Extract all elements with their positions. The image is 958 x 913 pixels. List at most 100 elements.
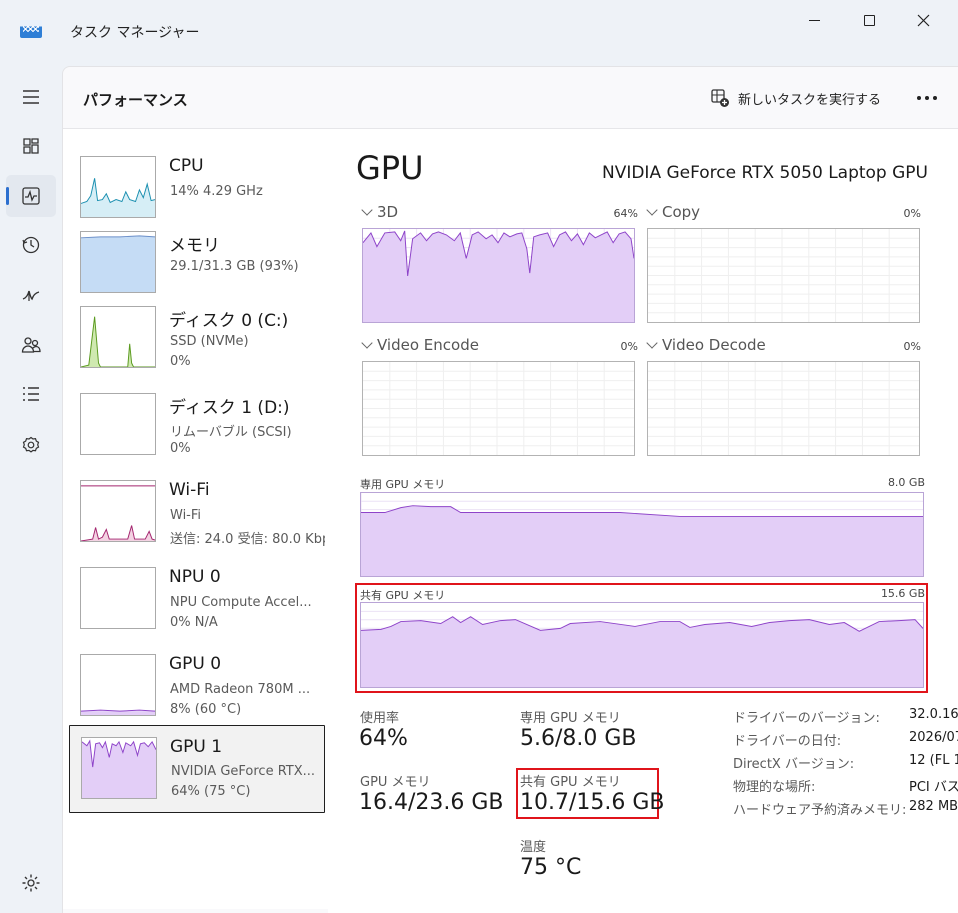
run-new-task-label: 新しいタスクを実行する bbox=[738, 92, 882, 108]
settings-icon bbox=[22, 874, 40, 892]
shared-memory-max: 15.6 GB bbox=[880, 587, 925, 600]
device-item-cpu[interactable]: CPU 14% 4.29 GHz bbox=[69, 149, 325, 233]
nav-app-history[interactable] bbox=[6, 224, 56, 266]
minimize-icon bbox=[808, 19, 820, 21]
device-name: ディスク 1 (D:) bbox=[169, 398, 290, 418]
services-icon bbox=[22, 436, 40, 453]
title-bar: タスク マネージャー bbox=[0, 0, 958, 62]
run-new-task-button[interactable]: 新しいタスクを実行する bbox=[710, 85, 881, 111]
gpu-detail-pane: GPU NVIDIA GeForce RTX 5050 Laptop GPU 3… bbox=[328, 129, 958, 913]
driver-date-label: ドライバーの日付: bbox=[733, 734, 842, 749]
app-history-icon bbox=[22, 236, 40, 254]
device-detail: 29.1/31.3 GB (93%) bbox=[170, 259, 299, 274]
main-panel: パフォーマンス 新しいタスクを実行する CPU 14% 4.29 GHz メモリ… bbox=[62, 66, 958, 913]
temperature-value: 75 °C bbox=[520, 855, 582, 880]
task-manager-app-icon bbox=[20, 20, 42, 38]
engine-video-encode-graph bbox=[362, 361, 635, 456]
shared-memory-graph bbox=[360, 602, 924, 688]
directx-version-label: DirectX バージョン: bbox=[733, 757, 855, 772]
reserved-memory-value: 282 MB bbox=[909, 799, 958, 814]
wifi-mini-graph bbox=[81, 485, 155, 541]
chevron-down-icon bbox=[646, 337, 658, 349]
nav-users[interactable] bbox=[6, 324, 56, 366]
menu-button[interactable] bbox=[6, 76, 56, 118]
engine-copy-percent: 0% bbox=[903, 207, 921, 220]
wifi-thumbnail bbox=[80, 480, 156, 542]
engine-selector-3d[interactable]: 3D bbox=[361, 203, 398, 221]
device-item-gpu-1[interactable]: GPU 1 NVIDIA GeForce RTX... 64% (75 °C) bbox=[69, 725, 325, 813]
nav-services[interactable] bbox=[6, 424, 56, 466]
nav-processes[interactable] bbox=[6, 125, 56, 167]
menu-icon bbox=[23, 90, 39, 104]
maximize-button[interactable] bbox=[846, 6, 892, 34]
device-detail: AMD Radeon 780M ... bbox=[170, 682, 311, 697]
device-item-npu-0[interactable]: NPU 0 NPU Compute Accel... 0% N/A bbox=[69, 560, 325, 644]
gpu-0-mini-graph bbox=[81, 709, 155, 715]
chevron-down-icon bbox=[361, 204, 373, 216]
temperature-label: 温度 bbox=[520, 840, 547, 855]
dedicated-memory-stat-label: 専用 GPU メモリ bbox=[520, 711, 621, 726]
engine-video-decode-percent: 0% bbox=[903, 340, 921, 353]
engine-video-decode-graph bbox=[647, 361, 920, 456]
driver-version-label: ドライバーのバージョン: bbox=[733, 711, 880, 726]
device-item-disk-1[interactable]: ディスク 1 (D:) リムーバブル (SCSI) 0% bbox=[69, 386, 325, 470]
device-usage: 0% bbox=[170, 354, 191, 369]
device-detail: NPU Compute Accel... bbox=[170, 595, 312, 610]
disk-0-mini-graph bbox=[81, 316, 155, 367]
gpu-model-name: NVIDIA GeForce RTX 5050 Laptop GPU bbox=[601, 163, 928, 183]
memory-mini-graph bbox=[81, 235, 155, 292]
nav-settings[interactable] bbox=[6, 862, 56, 904]
close-icon bbox=[917, 14, 929, 26]
panel-header: パフォーマンス 新しいタスクを実行する bbox=[63, 67, 958, 129]
more-options-button[interactable] bbox=[910, 83, 944, 113]
memory-thumbnail bbox=[80, 231, 156, 293]
shared-memory-stat-value: 10.7/15.6 GB bbox=[520, 790, 665, 815]
dedicated-memory-graph bbox=[360, 492, 924, 577]
details-icon bbox=[23, 387, 39, 401]
gpu-memory-value: 16.4/23.6 GB bbox=[359, 790, 504, 815]
cpu-mini-graph bbox=[81, 178, 155, 217]
detail-title: GPU bbox=[356, 149, 424, 187]
run-new-task-icon bbox=[711, 89, 729, 107]
disk-1-thumbnail bbox=[80, 393, 156, 455]
device-name: メモリ bbox=[169, 236, 220, 256]
device-usage: 送信: 24.0 受信: 80.0 Kbps bbox=[170, 532, 325, 547]
nav-startup-apps[interactable] bbox=[6, 274, 56, 316]
processes-icon bbox=[23, 138, 39, 154]
engine-video-encode-percent: 0% bbox=[620, 340, 638, 353]
engine-3d-percent: 64% bbox=[613, 207, 638, 220]
dedicated-memory-max: 8.0 GB bbox=[887, 476, 925, 489]
navigation-rail bbox=[0, 62, 62, 913]
utilization-value: 64% bbox=[359, 726, 408, 751]
shared-memory-stat-label: 共有 GPU メモリ bbox=[520, 775, 621, 790]
nav-details[interactable] bbox=[6, 373, 56, 415]
engine-selector-video-encode[interactable]: Video Encode bbox=[361, 336, 479, 354]
device-item-gpu-0[interactable]: GPU 0 AMD Radeon 780M ... 8% (60 °C) bbox=[69, 647, 325, 731]
chevron-down-icon bbox=[361, 337, 373, 349]
gpu-1-thumbnail bbox=[81, 737, 157, 799]
dedicated-memory-stat-value: 5.6/8.0 GB bbox=[520, 726, 637, 751]
close-button[interactable] bbox=[900, 6, 946, 34]
physical-location-label: 物理的な場所: bbox=[733, 780, 816, 795]
device-detail: 14% 4.29 GHz bbox=[170, 184, 263, 199]
cpu-thumbnail bbox=[80, 156, 156, 218]
nav-performance[interactable] bbox=[6, 175, 56, 217]
driver-date-value: 2026/07/22 bbox=[909, 730, 958, 745]
device-usage: 8% (60 °C) bbox=[170, 702, 242, 717]
gpu-0-thumbnail bbox=[80, 654, 156, 716]
device-name: GPU 0 bbox=[169, 654, 222, 674]
dedicated-memory-label: 専用 GPU メモリ bbox=[360, 478, 446, 491]
engine-selector-copy[interactable]: Copy bbox=[646, 203, 700, 221]
engine-selector-video-decode[interactable]: Video Decode bbox=[646, 336, 766, 354]
reserved-memory-label: ハードウェア予約済みメモリ: bbox=[733, 803, 907, 818]
device-detail: SSD (NVMe) bbox=[170, 334, 249, 349]
page-title: パフォーマンス bbox=[83, 91, 188, 109]
device-item-memory[interactable]: メモリ 29.1/31.3 GB (93%) bbox=[69, 224, 325, 308]
device-item-wifi[interactable]: Wi-Fi Wi-Fi 送信: 24.0 受信: 80.0 Kbps bbox=[69, 473, 325, 557]
minimize-button[interactable] bbox=[791, 6, 837, 34]
device-list: CPU 14% 4.29 GHz メモリ 29.1/31.3 GB (93%) … bbox=[63, 129, 328, 909]
device-name: GPU 1 bbox=[170, 737, 223, 757]
users-icon bbox=[21, 337, 41, 353]
driver-version-value: 32.0.16.10... bbox=[909, 707, 958, 722]
device-item-disk-0[interactable]: ディスク 0 (C:) SSD (NVMe) 0% bbox=[69, 299, 325, 383]
